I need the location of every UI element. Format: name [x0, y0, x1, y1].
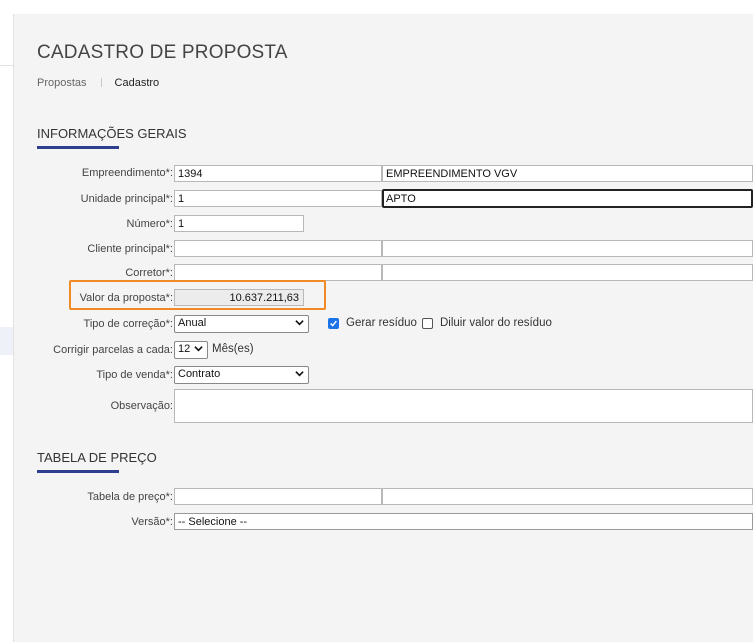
chevron-down-icon	[295, 371, 304, 377]
tabela-preco-name-input[interactable]	[382, 488, 753, 505]
tabela-preco-label: Tabela de preço*:	[87, 491, 173, 503]
cliente-principal-code-input[interactable]	[174, 240, 382, 257]
sidebar	[0, 14, 14, 642]
tipo-venda-label: Tipo de venda*:	[96, 369, 173, 381]
checkbox-checked-icon	[330, 320, 337, 327]
gerar-residuo-label[interactable]: Gerar resíduo	[346, 317, 417, 329]
cliente-principal-label: Cliente principal*:	[87, 243, 173, 255]
tipo-venda-select[interactable]: Contrato	[174, 366, 309, 384]
section-underline	[37, 470, 119, 473]
corretor-name-input[interactable]	[382, 264, 753, 281]
page-title: CADASTRO DE PROPOSTA	[37, 42, 288, 63]
cliente-principal-name-input[interactable]	[382, 240, 753, 257]
unidade-principal-name-input[interactable]: APTO	[382, 189, 753, 208]
unidade-principal-label: Unidade principal*:	[80, 193, 173, 205]
chevron-down-icon	[295, 320, 304, 326]
section-title-tabela-preco: TABELA DE PREÇO	[37, 450, 157, 465]
observacao-label: Observação:	[110, 400, 173, 412]
breadcrumb-link-propostas[interactable]: Propostas	[37, 77, 87, 89]
chevron-down-icon	[194, 346, 203, 352]
tipo-correcao-select[interactable]: Anual	[174, 315, 309, 333]
numero-label: Número*:	[126, 218, 173, 230]
versao-select[interactable]: -- Selecione --	[174, 513, 753, 530]
empreendimento-code-input[interactable]: 1394	[174, 165, 382, 182]
sidebar-divider	[0, 65, 13, 66]
corrigir-parcelas-label: Corrigir parcelas a cada:	[53, 344, 173, 356]
section-underline	[37, 146, 119, 149]
sidebar-active-item[interactable]	[0, 327, 13, 355]
breadcrumb: Propostas Cadastro	[37, 77, 159, 89]
tipo-venda-value: Contrato	[178, 368, 221, 380]
corrigir-parcelas-select[interactable]: 12	[174, 341, 208, 359]
unidade-principal-code-input[interactable]: 1	[174, 190, 382, 207]
tipo-correcao-value: Anual	[178, 317, 207, 329]
observacao-textarea[interactable]	[174, 389, 753, 423]
corretor-label: Corretor*:	[125, 267, 173, 279]
section-title-informacoes-gerais: INFORMAÇÕES GERAIS	[37, 126, 187, 141]
versao-label: Versão*:	[131, 516, 173, 528]
main-content: CADASTRO DE PROPOSTA Propostas Cadastro I…	[14, 14, 753, 642]
top-bar	[0, 0, 753, 14]
tabela-preco-code-input[interactable]	[174, 488, 382, 505]
valor-proposta-input: 10.637.211,63	[174, 289, 304, 306]
corretor-code-input[interactable]	[174, 264, 382, 281]
breadcrumb-current: Cadastro	[114, 77, 160, 89]
numero-input[interactable]: 1	[174, 215, 304, 232]
empreendimento-label: Empreendimento*:	[81, 167, 173, 179]
corrigir-parcelas-unit: Mês(es)	[212, 343, 254, 355]
corrigir-parcelas-value: 12	[178, 343, 191, 355]
valor-proposta-label: Valor da proposta*:	[79, 292, 173, 304]
diluir-residuo-checkbox[interactable]	[422, 318, 433, 329]
empreendimento-name-input[interactable]: EMPREENDIMENTO VGV	[382, 165, 753, 182]
tipo-correcao-label: Tipo de correção*:	[83, 318, 173, 330]
breadcrumb-separator	[100, 78, 102, 87]
gerar-residuo-checkbox[interactable]	[328, 318, 339, 329]
diluir-residuo-label[interactable]: Diluir valor do resíduo	[440, 317, 552, 329]
